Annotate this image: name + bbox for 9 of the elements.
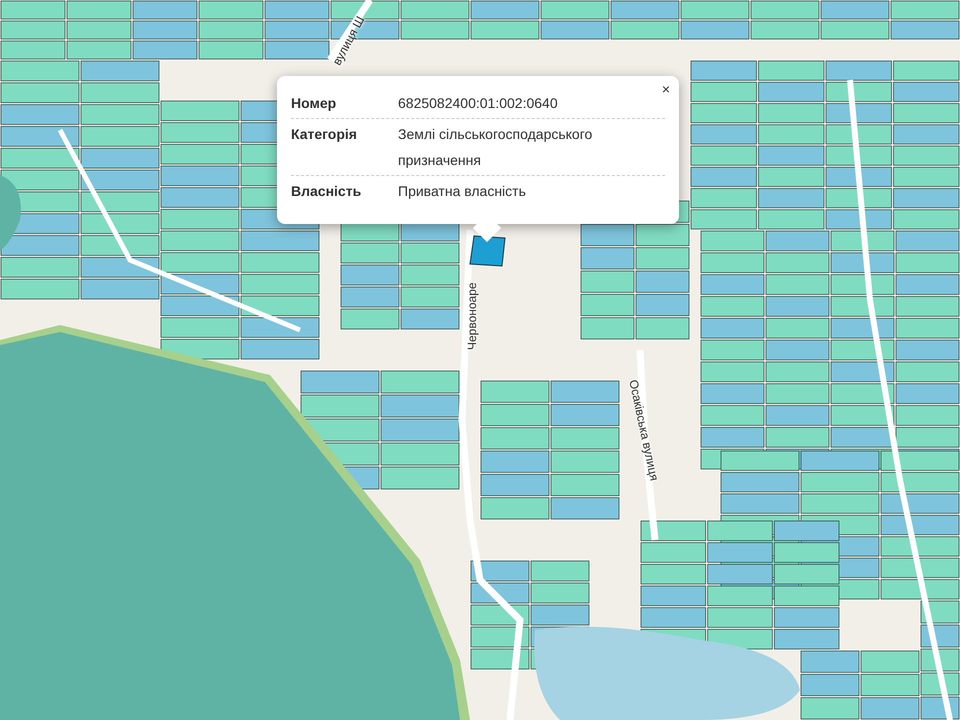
field-label: Номер: [291, 94, 338, 113]
field-value: 6825082400:01:002:0640: [398, 94, 559, 113]
field-value: Приватна власність: [398, 182, 527, 201]
field-label: Категорія: [291, 125, 358, 144]
street-label: Осаківська вулиця: [625, 378, 662, 482]
close-button[interactable]: ×: [658, 79, 673, 99]
street-label: Червоноаре: [464, 282, 480, 350]
field-label: Власність: [291, 182, 362, 201]
field-value: Землі сільськогосподарського призначення: [398, 125, 594, 170]
